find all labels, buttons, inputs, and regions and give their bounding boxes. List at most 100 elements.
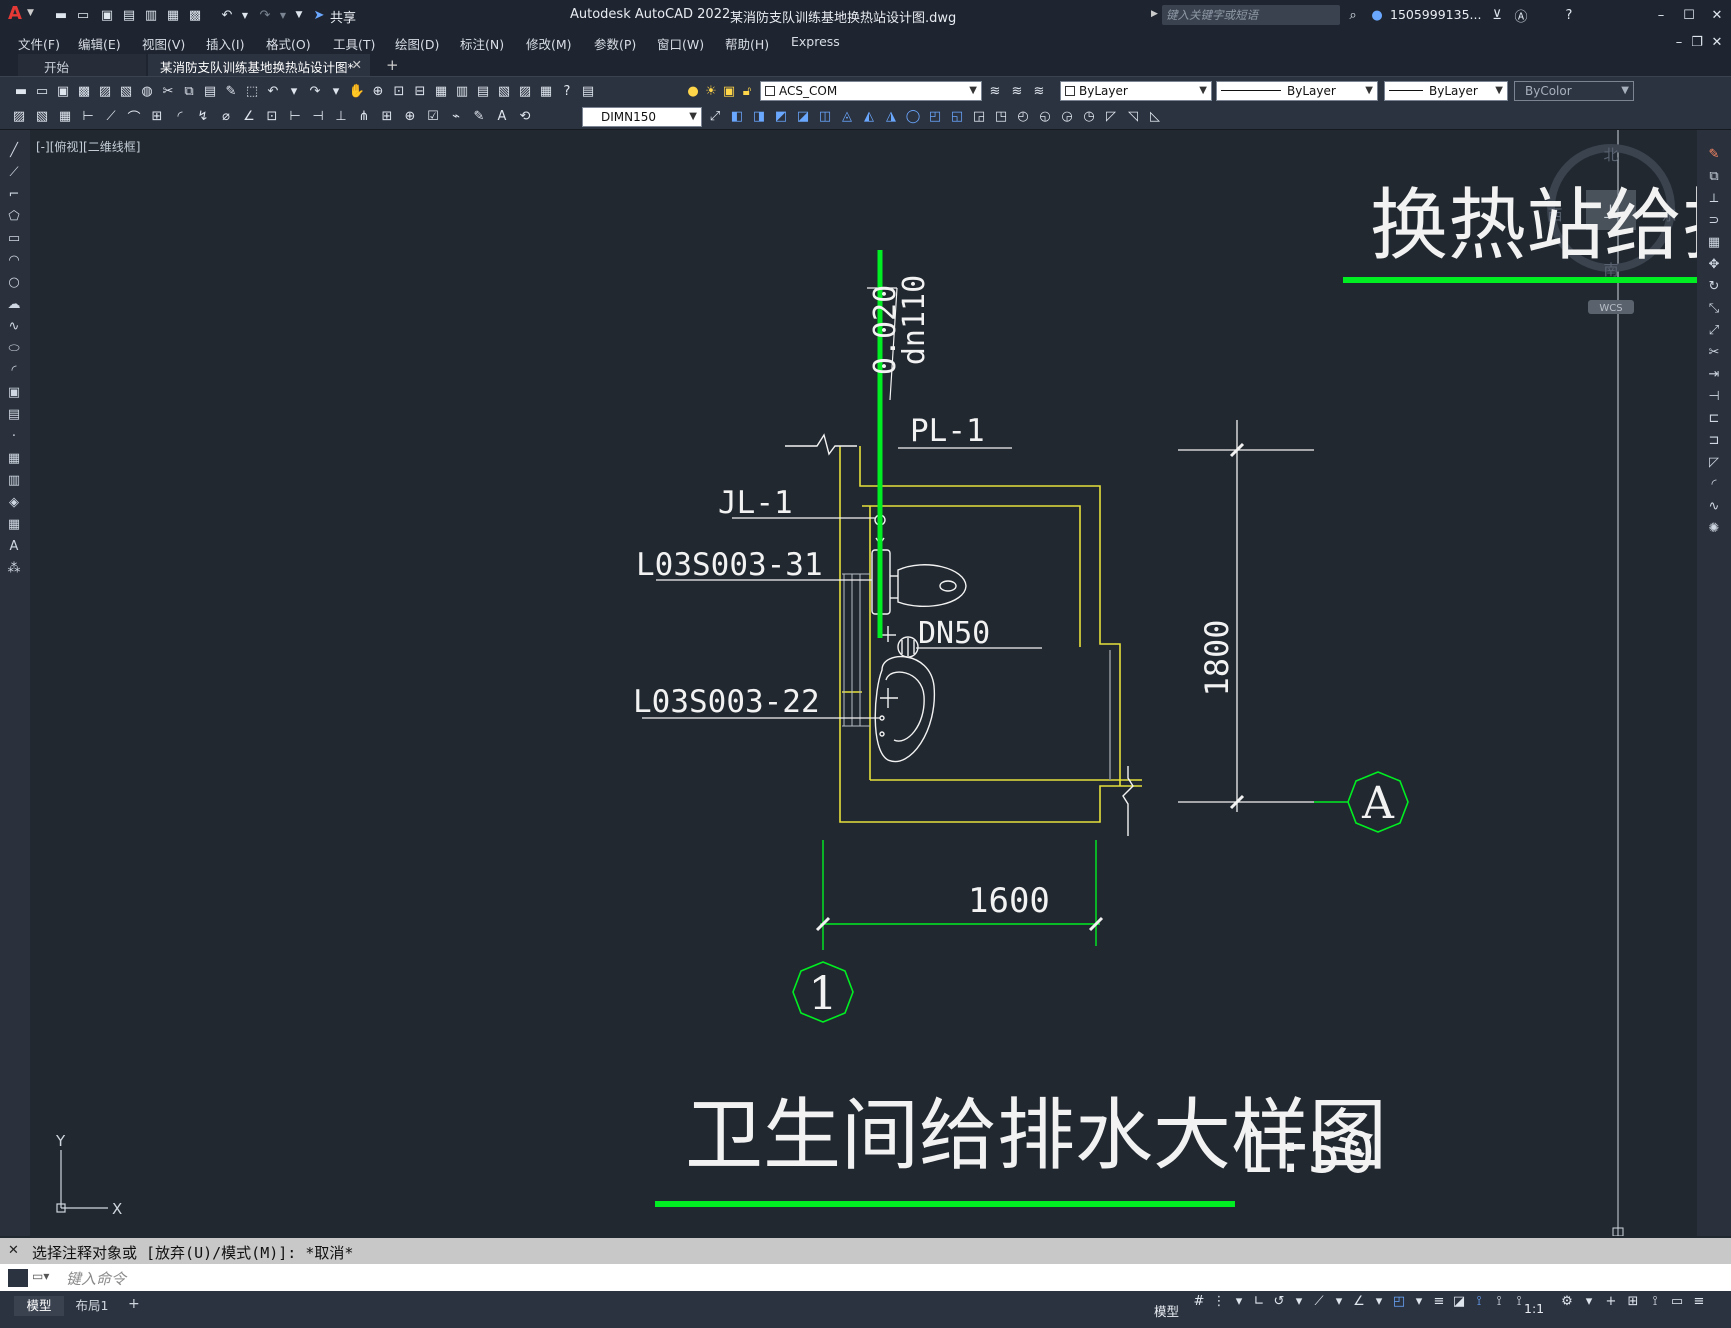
redo-icon[interactable]: ↷ <box>306 82 324 100</box>
hatch-back-icon[interactable]: ◷ <box>1080 107 1098 125</box>
tab-start[interactable]: 开始 <box>18 54 146 76</box>
add-selected-icon[interactable]: ⁂ <box>4 558 24 578</box>
polar-icon[interactable]: ↺ <box>1270 1291 1288 1311</box>
grid-icon[interactable]: # <box>1190 1291 1208 1311</box>
arc-icon[interactable]: ◠ <box>4 250 24 270</box>
publish-icon[interactable]: ▧ <box>117 82 135 100</box>
close-icon[interactable]: ✕ <box>1708 6 1726 24</box>
doc-restore-icon[interactable]: ❐ <box>1688 33 1706 51</box>
layer-delete-icon[interactable]: ◯ <box>904 107 922 125</box>
snap-dropdown-icon[interactable]: ▾ <box>1230 1291 1248 1311</box>
doc-minimize-icon[interactable]: – <box>1670 33 1688 51</box>
attach-icon[interactable]: ◸ <box>1102 107 1120 125</box>
menu-edit[interactable]: 编辑(E) <box>78 34 121 53</box>
layout-tab-model[interactable]: 模型 <box>14 1296 64 1316</box>
text-front-icon[interactable]: ◶ <box>1058 107 1076 125</box>
search-icon[interactable]: ⌕ <box>1344 6 1362 24</box>
zoom-window-icon[interactable]: ⊡ <box>390 82 408 100</box>
dim-text-edit-icon[interactable]: A <box>493 107 511 125</box>
maximize-icon[interactable]: ☐ <box>1680 6 1698 24</box>
offset-icon[interactable]: ⊃ <box>1704 210 1724 230</box>
dim-jogged-icon[interactable]: ↯ <box>194 107 212 125</box>
pan-icon[interactable]: ✋ <box>348 82 366 100</box>
dim-radius-icon[interactable]: ◜ <box>171 107 189 125</box>
menu-modify[interactable]: 修改(M) <box>526 34 572 53</box>
save-icon[interactable]: ▣ <box>54 82 72 100</box>
snap-icon[interactable]: ⋮ <box>1210 1291 1228 1311</box>
save-web-icon[interactable]: ▦ <box>164 6 182 24</box>
sheet-set-icon[interactable]: ▧ <box>495 82 513 100</box>
model-space-button[interactable]: 模型 <box>1154 1301 1179 1320</box>
layer-freeze-icon[interactable]: ◪ <box>794 107 812 125</box>
insert-block-icon[interactable]: ▣ <box>4 382 24 402</box>
dim-angular-icon[interactable]: ∠ <box>240 107 258 125</box>
revcloud-icon[interactable]: ☁ <box>4 294 24 314</box>
layer-dropdown[interactable]: ACS_COM ▼ <box>760 81 982 101</box>
array-icon[interactable]: ▦ <box>1704 232 1724 252</box>
command-close-icon[interactable]: ✕ <box>8 1243 19 1258</box>
dim-diameter-icon[interactable]: ⌀ <box>217 107 235 125</box>
zoom-previous-icon[interactable]: ⊟ <box>411 82 429 100</box>
menu-insert[interactable]: 插入(I) <box>206 34 244 53</box>
layer-previous-icon[interactable]: ≋ <box>1030 82 1048 100</box>
break-at-point-icon[interactable]: ⊣ <box>1704 386 1724 406</box>
undo-dropdown-icon[interactable]: ▾ <box>285 82 303 100</box>
share-icon[interactable]: ➤ <box>310 6 328 24</box>
drawing-canvas[interactable]: [-][俯视][二维线框] 上 北 南 东 西 WCS 换热站给排水 <box>30 130 1697 1236</box>
dim-space-icon[interactable]: ⊥ <box>332 107 350 125</box>
break-icon[interactable]: ⊏ <box>1704 408 1724 428</box>
dim-override-icon[interactable]: ▦ <box>56 107 74 125</box>
command-settings-icon[interactable] <box>8 1269 28 1287</box>
dim-linear-icon[interactable]: ⊢ <box>79 107 97 125</box>
menu-view[interactable]: 视图(V) <box>142 34 185 53</box>
dim-edit-icon[interactable]: ✎ <box>470 107 488 125</box>
circle-icon[interactable]: ○ <box>4 272 24 292</box>
layer-lock-icon[interactable]: ◬ <box>838 107 856 125</box>
paste-icon[interactable]: ▤ <box>201 82 219 100</box>
layer-walk-icon[interactable]: ◧ <box>728 107 746 125</box>
menu-file[interactable]: 文件(F) <box>18 34 60 53</box>
redo-dropdown-icon[interactable]: ▾ <box>327 82 345 100</box>
open-file-icon[interactable]: ▭ <box>74 6 92 24</box>
point-icon[interactable]: · <box>4 426 24 446</box>
customize-qat-icon[interactable]: ▼ <box>290 6 308 24</box>
join-icon[interactable]: ⊐ <box>1704 430 1724 450</box>
blend-icon[interactable]: ∿ <box>1704 496 1724 516</box>
make-current-layer-icon[interactable]: ≋ <box>986 82 1004 100</box>
fillet-icon[interactable]: ◜ <box>1704 474 1724 494</box>
dim-baseline-icon[interactable]: ⊢ <box>286 107 304 125</box>
add-layout-icon[interactable]: + <box>128 1296 140 1312</box>
polar-dropdown-icon[interactable]: ▾ <box>1290 1291 1308 1311</box>
color-dropdown[interactable]: ByLayer ▼ <box>1060 81 1212 101</box>
osnap-tracking-icon[interactable]: ∠ <box>1350 1291 1368 1311</box>
ellipse-arc-icon[interactable]: ◜ <box>4 360 24 380</box>
menu-parametric[interactable]: 参数(P) <box>594 34 636 53</box>
tool-palettes-icon[interactable]: ▤ <box>474 82 492 100</box>
redo-icon[interactable]: ↷ <box>256 6 274 24</box>
layer-viewport-icon[interactable]: ▣ <box>720 82 738 100</box>
layer-uniso-icon[interactable]: ◩ <box>772 107 790 125</box>
dim-reassociate-icon[interactable]: ⟲ <box>516 107 534 125</box>
layer-unlock-icon[interactable]: ◭ <box>860 107 878 125</box>
menu-express[interactable]: Express <box>791 34 840 49</box>
undo-icon[interactable]: ↶ <box>218 6 236 24</box>
isodraft-dropdown-icon[interactable]: ▾ <box>1330 1291 1348 1311</box>
erase-icon[interactable]: ✎ <box>1704 144 1724 164</box>
web-icon[interactable]: ◍ <box>138 82 156 100</box>
units-icon[interactable]: ⊞ <box>1624 1291 1642 1311</box>
polyline-icon[interactable]: ⌐ <box>4 184 24 204</box>
plot-icon[interactable]: ▩ <box>186 6 204 24</box>
polygon-icon[interactable]: ⬠ <box>4 206 24 226</box>
trim-icon[interactable]: ✂ <box>1704 342 1724 362</box>
menu-dimension[interactable]: 标注(N) <box>460 34 504 53</box>
extend-icon[interactable]: ⇥ <box>1704 364 1724 384</box>
move-icon[interactable]: ✥ <box>1704 254 1724 274</box>
draworder-back-icon[interactable]: ◳ <box>992 107 1010 125</box>
dim-continue-icon[interactable]: ⊣ <box>309 107 327 125</box>
autodesk-app-icon[interactable]: Ⓐ <box>1512 6 1530 25</box>
dim-update-icon[interactable]: ▧ <box>33 107 51 125</box>
app-menu-chevron-icon[interactable]: ▼ <box>27 8 34 18</box>
help-icon[interactable]: ? <box>558 82 576 100</box>
fullscreen-icon[interactable]: ▭ <box>1668 1291 1686 1311</box>
image-clip-icon[interactable]: ◹ <box>1124 107 1142 125</box>
